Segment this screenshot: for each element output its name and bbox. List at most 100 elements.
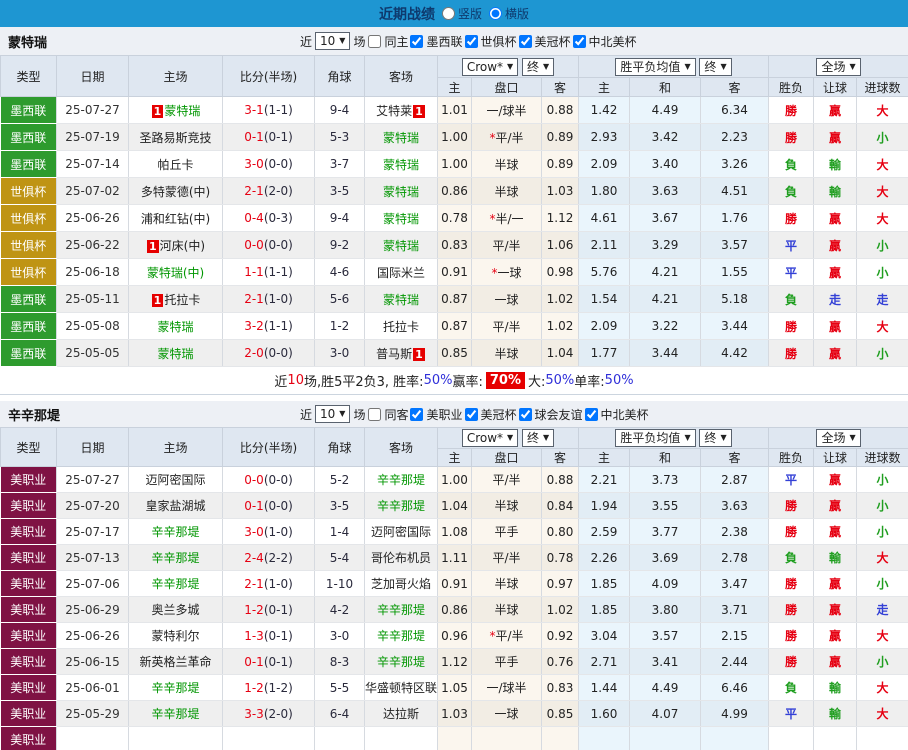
match-filters: 近 10▼ 场 同客 美职业 美冠杯 球会友谊 中北美杯 xyxy=(300,405,651,423)
league-checkbox[interactable] xyxy=(465,35,478,48)
layout-vertical-label: 竖版 xyxy=(458,5,482,22)
league-filter-option[interactable]: 墨西联 xyxy=(410,33,462,50)
fulltime-select[interactable]: 全场▼ xyxy=(816,58,860,76)
home-team-name: 奥兰多城 xyxy=(151,603,199,617)
league-filter-option[interactable]: 美冠杯 xyxy=(465,406,517,423)
result-value: 贏 xyxy=(829,131,841,145)
col-header-odds-away: 客 xyxy=(542,449,579,467)
bookmaker-select[interactable]: Crow*▼ xyxy=(462,58,518,76)
avg-home-cell: 2.93 xyxy=(579,124,630,151)
layout-horizontal-radio[interactable] xyxy=(489,7,502,20)
star-marker: * xyxy=(489,212,495,226)
avg-draw-cell: 3.67 xyxy=(630,205,701,232)
league-checkbox[interactable] xyxy=(519,35,532,48)
final-avg-select[interactable]: 终▼ xyxy=(699,429,731,447)
league-filter-option[interactable]: 球会友谊 xyxy=(519,406,583,423)
near-label: 近 xyxy=(300,406,312,423)
avg-away-cell: 2.44 xyxy=(701,649,769,675)
handicap-cell: *一球 xyxy=(472,259,542,286)
league-filter-option[interactable]: 世俱杯 xyxy=(465,33,517,50)
handicap-cell: 平/半 xyxy=(472,545,542,571)
avg-group-header: 胜平负均值▼ 终▼ xyxy=(579,428,769,449)
layout-vertical-radio[interactable] xyxy=(442,7,455,20)
avg-odds-select[interactable]: 胜平负均值▼ xyxy=(615,429,695,447)
home-team-cell: 辛辛那堤 xyxy=(129,701,223,727)
result-value: 勝 xyxy=(785,104,797,118)
chevron-down-icon: ▼ xyxy=(339,33,345,49)
bookmaker-select[interactable]: Crow*▼ xyxy=(462,429,518,447)
away-team-cell: 蒙特瑞 xyxy=(365,286,438,313)
handicap-cell: 平手 xyxy=(472,519,542,545)
home-team-cell: 多特蒙德(中) xyxy=(129,178,223,205)
result-handicap-cell: 走 xyxy=(814,286,857,313)
home-team-name: 蒙特瑞(中) xyxy=(147,266,204,280)
handicap-cell: 半球 xyxy=(472,493,542,519)
result-value: 勝 xyxy=(785,629,797,643)
corner-cell: 9-2 xyxy=(315,232,365,259)
league-filter-option[interactable]: 美职业 xyxy=(410,406,462,423)
same-venue-checkbox[interactable] xyxy=(368,35,381,48)
league-filter-option[interactable]: 中北美杯 xyxy=(573,33,637,50)
final-odds-select[interactable]: 终▼ xyxy=(522,58,554,76)
final-avg-select[interactable]: 终▼ xyxy=(699,58,731,76)
date-cell: 25-06-26 xyxy=(57,623,129,649)
home-team-cell: 辛辛那堤 xyxy=(129,675,223,701)
score-cell: 2-0(0-0) xyxy=(223,340,315,367)
result-value: 大 xyxy=(877,158,889,172)
match-count-select[interactable]: 10▼ xyxy=(315,32,350,50)
corner-cell: 9-4 xyxy=(315,205,365,232)
same-venue-checkbox[interactable] xyxy=(368,408,381,421)
same-venue-option[interactable]: 同主 xyxy=(368,33,408,50)
league-checkbox[interactable] xyxy=(410,35,423,48)
chevron-down-icon: ▼ xyxy=(720,430,726,446)
score-cell: 0-4(0-3) xyxy=(223,205,315,232)
avg-draw-cell: 3.22 xyxy=(630,313,701,340)
league-checkbox[interactable] xyxy=(410,408,423,421)
layout-horizontal-option[interactable]: 横版 xyxy=(489,5,529,22)
match-count-select[interactable]: 10▼ xyxy=(315,405,350,423)
result-value: 小 xyxy=(877,525,889,539)
league-badge: 美职业 xyxy=(1,623,57,649)
date-cell: 25-06-01 xyxy=(57,675,129,701)
match-row: 美职业25-07-06辛辛那堤2-1(1-0)1-10芝加哥火焰0.91半球0.… xyxy=(1,571,908,597)
result-value: 小 xyxy=(877,473,889,487)
near-label: 近 xyxy=(300,33,312,50)
col-header-avg-draw: 和 xyxy=(630,449,701,467)
result-value: 贏 xyxy=(829,320,841,334)
result-value: 大 xyxy=(877,185,889,199)
avg-away-cell: 3.71 xyxy=(701,597,769,623)
avg-draw-cell: 3.44 xyxy=(630,340,701,367)
result-goals-cell: 大 xyxy=(857,545,908,571)
avg-draw-cell: 3.40 xyxy=(630,151,701,178)
result-goals-cell: 小 xyxy=(857,519,908,545)
league-filter-option[interactable]: 美冠杯 xyxy=(519,33,571,50)
avg-home-cell: 4.61 xyxy=(579,205,630,232)
corner-cell: 1-2 xyxy=(315,313,365,340)
league-checkbox[interactable] xyxy=(465,408,478,421)
layout-vertical-option[interactable]: 竖版 xyxy=(442,5,482,22)
date-cell: 25-07-20 xyxy=(57,493,129,519)
result-value: 勝 xyxy=(785,655,797,669)
league-checkbox[interactable] xyxy=(585,408,598,421)
home-odds-cell: 0.91 xyxy=(438,259,472,286)
avg-odds-select[interactable]: 胜平负均值▼ xyxy=(615,58,695,76)
result-wdl-cell: 勝 xyxy=(769,571,814,597)
handicap-cell: 平/半 xyxy=(472,313,542,340)
avg-draw-cell: 4.07 xyxy=(630,701,701,727)
avg-away-cell: 2.23 xyxy=(701,124,769,151)
same-venue-option[interactable]: 同客 xyxy=(368,406,408,423)
result-value: 小 xyxy=(877,347,889,361)
league-checkbox[interactable] xyxy=(573,35,586,48)
fulltime-select[interactable]: 全场▼ xyxy=(816,429,860,447)
avg-group-header: 胜平负均值▼ 终▼ xyxy=(579,56,769,78)
home-odds-cell: 0.91 xyxy=(438,571,472,597)
league-filter-option[interactable]: 中北美杯 xyxy=(585,406,649,423)
away-team-name: 托拉卡 xyxy=(383,320,419,334)
avg-away-cell: 3.63 xyxy=(701,493,769,519)
result-goals-cell: 小 xyxy=(857,649,908,675)
col-header-odds-home: 主 xyxy=(438,78,472,97)
league-checkbox[interactable] xyxy=(519,408,532,421)
away-odds-cell: 0.88 xyxy=(542,467,579,493)
home-team-name: 迈阿密国际 xyxy=(145,473,205,487)
final-odds-select[interactable]: 终▼ xyxy=(522,429,554,447)
